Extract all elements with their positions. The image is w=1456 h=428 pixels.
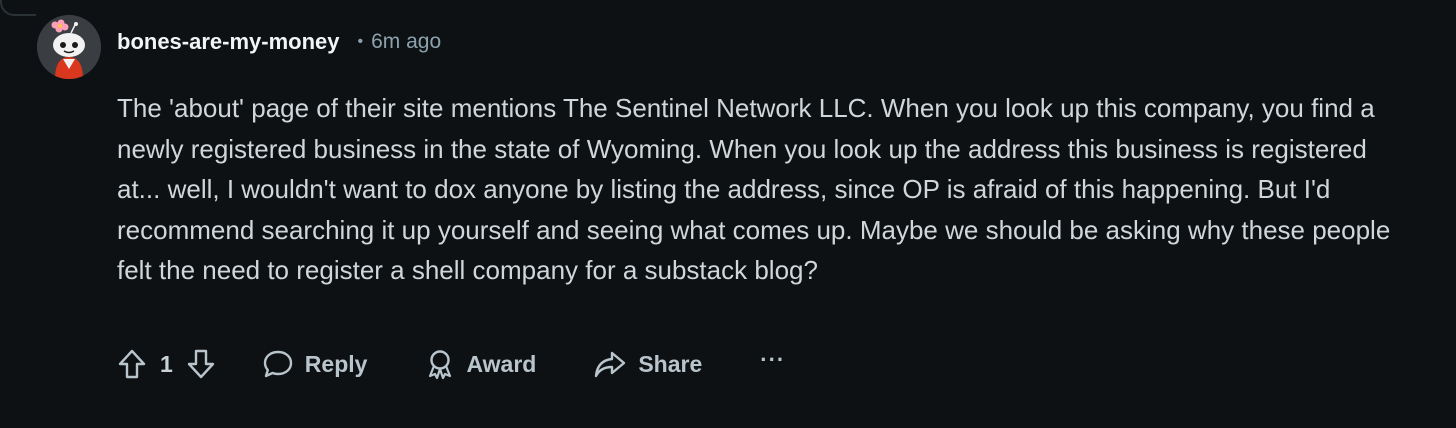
comment-header: bones-are-my-money • 6m ago	[117, 26, 441, 58]
downvote-button[interactable]	[186, 348, 216, 380]
vote-count: 1	[160, 350, 173, 377]
award-button[interactable]: Award	[425, 348, 536, 380]
snoo-avatar-icon	[37, 15, 101, 79]
upvote-arrow-icon	[118, 349, 146, 379]
comment-actions: 1 Reply Award Share ···	[117, 344, 785, 384]
more-options-button[interactable]: ···	[760, 347, 785, 381]
comment-body: The 'about' page of their site mentions …	[117, 93, 1391, 285]
share-label: Share	[638, 350, 703, 377]
award-label: Award	[466, 350, 537, 377]
share-arrow-icon	[595, 351, 626, 378]
comment-timestamp[interactable]: 6m ago	[371, 30, 441, 54]
award-ribbon-icon	[429, 350, 452, 380]
share-button[interactable]: Share	[593, 349, 702, 379]
separator-dot: •	[357, 33, 364, 50]
reply-label: Reply	[304, 350, 368, 377]
downvote-arrow-icon	[187, 349, 214, 379]
vote-controls: 1	[117, 348, 216, 380]
more-options-icon: ···	[760, 347, 786, 372]
comment-username[interactable]: bones-are-my-money	[117, 29, 340, 55]
user-avatar[interactable]	[37, 15, 101, 79]
reply-button[interactable]: Reply	[262, 349, 368, 379]
upvote-button[interactable]	[117, 348, 147, 380]
thread-connector-line	[0, 0, 36, 16]
speech-bubble-icon	[263, 350, 292, 378]
